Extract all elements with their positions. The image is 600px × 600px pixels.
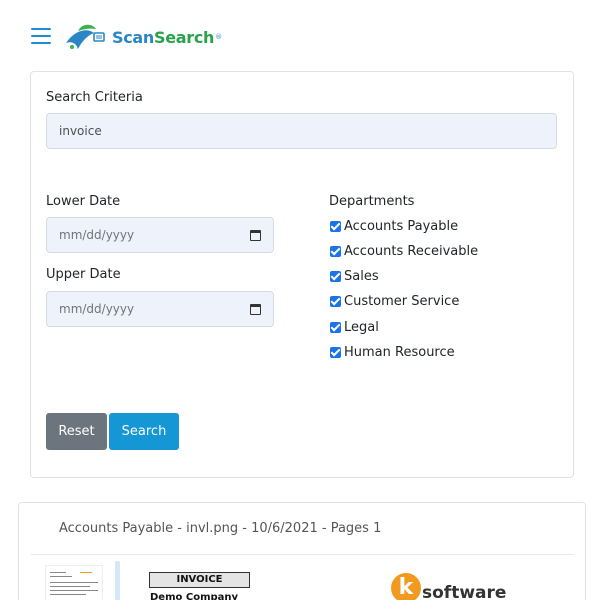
department-checkbox-accounts-payable[interactable]: Accounts Payable [330,219,458,234]
result-title[interactable]: Accounts Payable - invl.png - 10/6/2021 … [59,521,381,536]
department-label: Customer Service [344,294,460,309]
search-form-card: Search Criteria invoice Lower Date mm/dd… [30,71,574,478]
reset-button[interactable]: Reset [46,413,107,450]
vendor-logo-text: software [422,583,507,600]
top-bar: ScanSearch ® [0,0,600,72]
checkbox-checked-icon[interactable] [330,347,341,358]
checkbox-checked-icon[interactable] [330,322,341,333]
search-criteria-label: Search Criteria [46,90,143,105]
invoice-company: Demo Company [150,592,239,600]
thumbnail-scrollbar[interactable] [115,561,120,600]
department-label: Accounts Payable [344,219,459,234]
hamburger-menu-icon[interactable] [31,27,51,45]
department-label: Legal [344,320,379,335]
lower-date-placeholder: mm/dd/yyyy [59,228,135,242]
department-checkbox-customer-service[interactable]: Customer Service [330,294,459,309]
checkbox-checked-icon[interactable] [330,246,341,257]
app-logo[interactable]: ScanSearch ® [64,20,222,54]
department-checkbox-human-resource[interactable]: Human Resource [330,345,455,360]
logo-text: ScanSearch [112,28,214,47]
checkbox-checked-icon[interactable] [330,271,341,282]
vendor-logo-letter: k [391,573,421,600]
calendar-icon[interactable] [250,303,261,315]
checkbox-checked-icon[interactable] [330,296,341,307]
search-criteria-value: invoice [59,124,102,138]
lower-date-input[interactable]: mm/dd/yyyy [46,217,274,253]
result-divider [31,554,573,555]
upper-date-placeholder: mm/dd/yyyy [59,302,135,316]
bird-logo-icon [66,24,105,49]
departments-label: Departments [329,194,415,209]
upper-date-input[interactable]: mm/dd/yyyy [46,291,274,327]
upper-date-label: Upper Date [46,267,121,282]
search-criteria-input[interactable]: invoice [46,113,557,149]
department-checkbox-accounts-receivable[interactable]: Accounts Receivable [330,244,478,259]
search-button[interactable]: Search [109,413,179,450]
logo-text-scan: Scan [112,27,154,47]
department-checkbox-legal[interactable]: Legal [330,320,379,335]
lower-date-label: Lower Date [46,194,121,209]
department-label: Human Resource [344,345,455,360]
document-thumbnail[interactable] [45,565,103,600]
checkbox-checked-icon[interactable] [330,221,341,232]
invoice-heading: INVOICE [149,572,250,588]
department-label: Accounts Receivable [344,244,479,259]
calendar-icon[interactable] [250,229,261,241]
search-result-card[interactable]: Accounts Payable - invl.png - 10/6/2021 … [18,502,586,600]
department-label: Sales [344,269,379,284]
department-checkbox-sales[interactable]: Sales [330,269,379,284]
logo-text-search: Search [154,27,215,47]
vendor-logo: k software [391,573,506,600]
registered-mark: ® [215,33,223,41]
